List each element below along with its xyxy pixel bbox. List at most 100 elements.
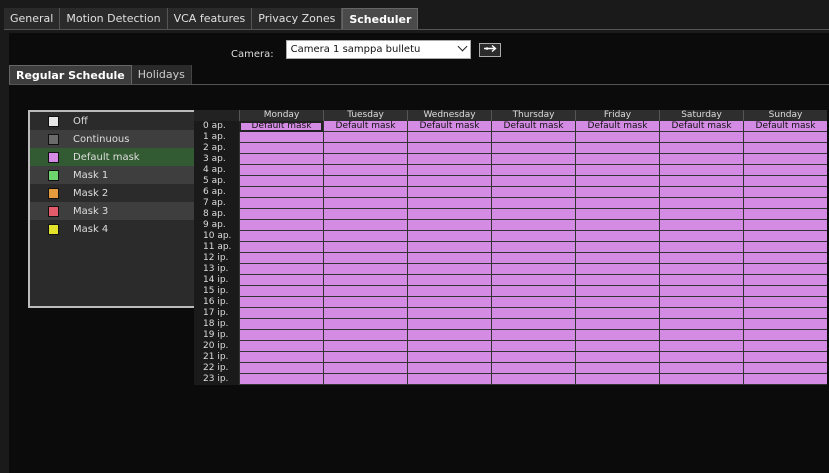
- schedule-cell[interactable]: [743, 297, 827, 308]
- schedule-cell[interactable]: [323, 154, 407, 165]
- schedule-cell[interactable]: [407, 308, 491, 319]
- schedule-cell[interactable]: [323, 187, 407, 198]
- schedule-cell[interactable]: [323, 198, 407, 209]
- schedule-cell[interactable]: [743, 275, 827, 286]
- schedule-cell[interactable]: [743, 286, 827, 297]
- schedule-cell[interactable]: [323, 176, 407, 187]
- schedule-cell[interactable]: [575, 341, 659, 352]
- schedule-cell[interactable]: [491, 198, 575, 209]
- tab-privacy-zones[interactable]: Privacy Zones: [252, 8, 343, 30]
- schedule-cell[interactable]: [239, 264, 323, 275]
- hour-label[interactable]: 23 ip.: [194, 374, 239, 385]
- schedule-cell[interactable]: [491, 319, 575, 330]
- hour-label[interactable]: 6 ap.: [194, 187, 239, 198]
- schedule-cell[interactable]: [743, 209, 827, 220]
- schedule-cell[interactable]: [743, 143, 827, 154]
- tab-motion-detection[interactable]: Motion Detection: [60, 8, 168, 30]
- schedule-cell[interactable]: [575, 176, 659, 187]
- schedule-cell[interactable]: [407, 330, 491, 341]
- schedule-cell[interactable]: [239, 275, 323, 286]
- schedule-cell[interactable]: [407, 286, 491, 297]
- schedule-cell[interactable]: [659, 297, 743, 308]
- schedule-cell[interactable]: [407, 132, 491, 143]
- tab-scheduler[interactable]: Scheduler: [342, 8, 419, 30]
- schedule-cell[interactable]: [575, 308, 659, 319]
- schedule-cell[interactable]: [575, 242, 659, 253]
- hour-label[interactable]: 9 ap.: [194, 220, 239, 231]
- schedule-cell[interactable]: [743, 308, 827, 319]
- schedule-cell[interactable]: [659, 341, 743, 352]
- schedule-cell[interactable]: [407, 341, 491, 352]
- schedule-cell[interactable]: [239, 297, 323, 308]
- schedule-cell[interactable]: [575, 165, 659, 176]
- hour-label[interactable]: 21 ip.: [194, 352, 239, 363]
- schedule-cell[interactable]: [407, 275, 491, 286]
- schedule-cell[interactable]: [659, 264, 743, 275]
- schedule-cell[interactable]: [575, 198, 659, 209]
- schedule-cell[interactable]: [491, 231, 575, 242]
- day-header-monday[interactable]: Monday: [239, 110, 323, 121]
- schedule-cell[interactable]: [239, 319, 323, 330]
- hour-label[interactable]: 14 ip.: [194, 275, 239, 286]
- schedule-cell[interactable]: [239, 330, 323, 341]
- schedule-cell[interactable]: [407, 297, 491, 308]
- schedule-cell[interactable]: [743, 231, 827, 242]
- schedule-cell[interactable]: [491, 330, 575, 341]
- schedule-cell[interactable]: [575, 231, 659, 242]
- schedule-cell[interactable]: [575, 209, 659, 220]
- schedule-cell[interactable]: [323, 374, 407, 385]
- schedule-cell[interactable]: [659, 165, 743, 176]
- schedule-cell[interactable]: [407, 264, 491, 275]
- hour-label[interactable]: 7 ap.: [194, 198, 239, 209]
- schedule-cell[interactable]: [323, 297, 407, 308]
- hour-label[interactable]: 2 ap.: [194, 143, 239, 154]
- hour-label[interactable]: 4 ap.: [194, 165, 239, 176]
- schedule-cell[interactable]: Default mask: [659, 121, 743, 132]
- schedule-cell[interactable]: [491, 132, 575, 143]
- hour-label[interactable]: 17 ip.: [194, 308, 239, 319]
- tab-vca-features[interactable]: VCA features: [167, 8, 253, 30]
- schedule-cell[interactable]: [491, 176, 575, 187]
- schedule-cell[interactable]: [323, 341, 407, 352]
- hour-label[interactable]: 19 ip.: [194, 330, 239, 341]
- schedule-cell[interactable]: [491, 308, 575, 319]
- schedule-cell[interactable]: [323, 308, 407, 319]
- schedule-cell[interactable]: [743, 132, 827, 143]
- schedule-cell[interactable]: [743, 319, 827, 330]
- hour-label[interactable]: 11 ap.: [194, 242, 239, 253]
- schedule-cell[interactable]: [323, 286, 407, 297]
- schedule-cell[interactable]: [743, 242, 827, 253]
- schedule-cell[interactable]: [323, 132, 407, 143]
- schedule-cell[interactable]: [323, 143, 407, 154]
- day-header-friday[interactable]: Friday: [575, 110, 659, 121]
- schedule-cell[interactable]: [743, 330, 827, 341]
- schedule-cell[interactable]: [575, 220, 659, 231]
- hour-label[interactable]: 22 ip.: [194, 363, 239, 374]
- schedule-cell[interactable]: [659, 253, 743, 264]
- schedule-cell[interactable]: [407, 220, 491, 231]
- schedule-cell[interactable]: [239, 286, 323, 297]
- schedule-cell[interactable]: [491, 363, 575, 374]
- schedule-cell[interactable]: [659, 352, 743, 363]
- schedule-cell[interactable]: [407, 352, 491, 363]
- schedule-cell[interactable]: [239, 231, 323, 242]
- legend-item-mask-2[interactable]: Mask 2: [30, 184, 194, 202]
- schedule-cell[interactable]: [323, 363, 407, 374]
- schedule-cell[interactable]: [575, 286, 659, 297]
- schedule-cell[interactable]: [743, 165, 827, 176]
- schedule-cell[interactable]: [407, 165, 491, 176]
- day-header-tuesday[interactable]: Tuesday: [323, 110, 407, 121]
- schedule-cell[interactable]: [575, 154, 659, 165]
- schedule-cell[interactable]: [491, 341, 575, 352]
- schedule-cell[interactable]: [491, 220, 575, 231]
- schedule-cell[interactable]: [239, 220, 323, 231]
- day-header-saturday[interactable]: Saturday: [659, 110, 743, 121]
- schedule-cell[interactable]: [323, 264, 407, 275]
- schedule-cell[interactable]: [659, 286, 743, 297]
- schedule-cell[interactable]: [323, 253, 407, 264]
- schedule-cell[interactable]: [575, 253, 659, 264]
- schedule-cell[interactable]: [659, 154, 743, 165]
- schedule-cell[interactable]: [575, 374, 659, 385]
- hour-label[interactable]: 13 ip.: [194, 264, 239, 275]
- hour-label[interactable]: 16 ip.: [194, 297, 239, 308]
